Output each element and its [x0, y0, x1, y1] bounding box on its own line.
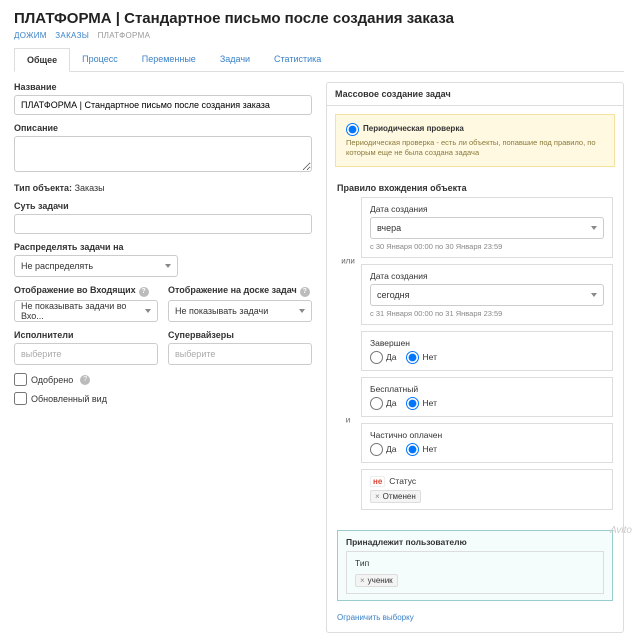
or-operator-label: или [339, 256, 357, 265]
updated-view-checkbox[interactable] [14, 392, 27, 405]
date-rule-group: Дата создания вчера с 30 Января 00:00 по… [361, 197, 613, 258]
name-input[interactable] [14, 95, 312, 115]
executors-placeholder: выберите [21, 349, 61, 359]
executors-label: Исполнители [14, 330, 158, 340]
periodic-check-label: Периодическая проверка [363, 124, 464, 134]
display-board-select[interactable]: Не показывать задачи [168, 300, 312, 322]
breadcrumb-link[interactable]: ЗАКАЗЫ [55, 31, 89, 40]
user-owner-block: Принадлежит пользователю Тип × ученик [337, 530, 613, 601]
user-owner-title: Принадлежит пользователю [346, 537, 604, 547]
and-operator-label: и [339, 416, 357, 425]
status-label: Статус [389, 476, 416, 486]
status-rule-group: не Статус × Отменен [361, 469, 613, 510]
tab-process[interactable]: Процесс [70, 48, 130, 71]
display-incoming-value: Не показывать задачи во Вхо... [21, 301, 145, 321]
free-yes-radio[interactable] [370, 397, 383, 410]
help-icon[interactable]: ? [139, 287, 149, 297]
display-board-label: Отображение на доске задач? [168, 285, 312, 297]
close-icon[interactable]: × [375, 492, 380, 501]
date-created-select[interactable]: сегодня [370, 284, 604, 306]
assign-select[interactable]: Не распределять [14, 255, 178, 277]
tab-general[interactable]: Общее [14, 48, 70, 72]
completed-label: Завершен [370, 338, 604, 348]
periodic-check-radio[interactable] [346, 123, 359, 136]
breadcrumb-link[interactable]: ДОЖИМ [14, 31, 47, 40]
date-range-hint: с 30 Января 00:00 по 30 Января 23:59 [370, 242, 604, 251]
description-label: Описание [14, 123, 312, 133]
panel-title: Массовое создание задач [327, 83, 623, 106]
object-type-value: Заказы [75, 183, 105, 193]
chevron-down-icon [165, 264, 171, 268]
help-icon[interactable]: ? [300, 287, 310, 297]
not-badge: не [370, 476, 385, 487]
display-board-value: Не показывать задачи [175, 306, 268, 316]
date-range-hint: с 31 Января 00:00 по 31 Января 23:59 [370, 309, 604, 318]
periodic-check-notice: Периодическая проверка Периодическая про… [335, 114, 615, 167]
display-incoming-label: Отображение во Входящих? [14, 285, 158, 297]
partial-paid-no-radio[interactable] [406, 443, 419, 456]
chevron-down-icon [145, 309, 151, 313]
completed-yes-radio[interactable] [370, 351, 383, 364]
mass-task-panel: Массовое создание задач Периодическая пр… [326, 82, 624, 633]
status-tag[interactable]: × Отменен [370, 490, 421, 503]
supervisors-select[interactable]: выберите [168, 343, 312, 365]
tab-statistics[interactable]: Статистика [262, 48, 333, 71]
user-type-tag-label: ученик [368, 576, 393, 585]
free-label: Бесплатный [370, 384, 604, 394]
task-essence-label: Суть задачи [14, 201, 312, 211]
chevron-down-icon [591, 293, 597, 297]
updated-view-label: Обновленный вид [31, 394, 107, 404]
partial-paid-label: Частично оплачен [370, 430, 604, 440]
close-icon[interactable]: × [360, 576, 365, 585]
supervisors-label: Супервайзеры [168, 330, 312, 340]
tabs: Общее Процесс Переменные Задачи Статисти… [14, 48, 624, 72]
supervisors-placeholder: выберите [175, 349, 215, 359]
user-type-tag[interactable]: × ученик [355, 574, 398, 587]
date-created-label: Дата создания [370, 204, 604, 214]
periodic-check-desc: Периодическая проверка - есть ли объекты… [346, 138, 604, 158]
date-created-select[interactable]: вчера [370, 217, 604, 239]
date-created-label: Дата создания [370, 271, 604, 281]
date-rule-group: Дата создания сегодня с 31 Января 00:00 … [361, 264, 613, 325]
task-essence-input[interactable] [14, 214, 312, 234]
breadcrumb: ДОЖИМ ЗАКАЗЫ ПЛАТФОРМА [14, 31, 624, 40]
display-incoming-select[interactable]: Не показывать задачи во Вхо... [14, 300, 158, 322]
object-type-label: Тип объекта: [14, 183, 72, 193]
status-tag-label: Отменен [383, 492, 416, 501]
completed-no-radio[interactable] [406, 351, 419, 364]
assign-select-value: Не распределять [21, 261, 93, 271]
name-label: Название [14, 82, 312, 92]
help-icon[interactable]: ? [80, 375, 90, 385]
completed-rule-group: Завершен Да Нет [361, 331, 613, 371]
description-input[interactable] [14, 136, 312, 172]
chevron-down-icon [591, 226, 597, 230]
executors-select[interactable]: выберите [14, 343, 158, 365]
tab-variables[interactable]: Переменные [130, 48, 208, 71]
partial-paid-yes-radio[interactable] [370, 443, 383, 456]
rule-section-title: Правило вхождения объекта [327, 175, 623, 197]
breadcrumb-current: ПЛАТФОРМА [98, 31, 151, 40]
chevron-down-icon [299, 309, 305, 313]
partial-paid-rule-group: Частично оплачен Да Нет [361, 423, 613, 463]
date-created-value: сегодня [377, 290, 410, 300]
free-no-radio[interactable] [406, 397, 419, 410]
watermark: Avito [610, 525, 632, 536]
page-title: ПЛАТФОРМА | Стандартное письмо после соз… [14, 10, 624, 27]
approved-label: Одобрено [31, 375, 73, 385]
free-rule-group: Бесплатный Да Нет [361, 377, 613, 417]
user-type-label: Тип [355, 558, 595, 568]
approved-checkbox[interactable] [14, 373, 27, 386]
date-created-value: вчера [377, 223, 401, 233]
assign-label: Распределять задачи на [14, 242, 178, 252]
tab-tasks[interactable]: Задачи [208, 48, 262, 71]
limit-selection-link[interactable]: Ограничить выборку [327, 611, 424, 632]
